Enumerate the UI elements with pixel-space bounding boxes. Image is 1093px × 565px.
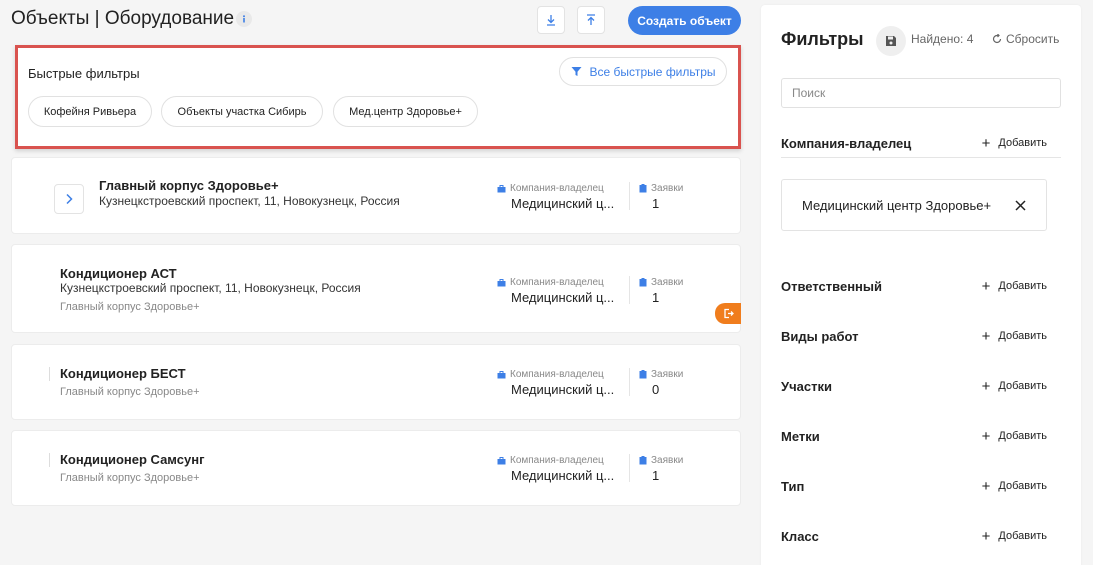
requests-label: Заявки (639, 455, 683, 466)
object-card[interactable]: Кондиционер АСТ Кузнецкстроевский проспе… (11, 244, 741, 333)
object-title[interactable]: Главный корпус Здоровье+ (99, 178, 279, 193)
selected-filter-value: Медицинский центр Здоровье+ (802, 197, 992, 213)
upload-icon (587, 14, 595, 25)
parent-object: Главный корпус Здоровье+ (60, 472, 200, 484)
chevron-right-icon (66, 193, 73, 205)
object-title[interactable]: Кондиционер БЕСТ (60, 366, 186, 381)
divider (781, 157, 1061, 158)
quick-filters-panel: Быстрые фильтры Все быстрые фильтры Кофе… (15, 45, 741, 149)
object-address: Кузнецкстроевский проспект, 11, Новокузн… (99, 194, 400, 208)
filter-group-sites: Участки + Добавить (781, 376, 1061, 396)
clipboard-icon (639, 370, 647, 379)
add-filter-button[interactable]: + Добавить (982, 378, 1061, 395)
filter-group-responsible: Ответственный + Добавить (781, 276, 1061, 296)
requests-label: Заявки (639, 369, 683, 380)
side-widget-tab[interactable] (715, 303, 741, 324)
add-filter-button[interactable]: + Добавить (982, 478, 1061, 495)
filters-search-input[interactable] (781, 78, 1061, 108)
company-label: Компания-владелец (497, 277, 604, 288)
download-button[interactable] (537, 6, 565, 34)
plus-icon: + (981, 277, 991, 295)
briefcase-icon (497, 278, 506, 286)
briefcase-icon (497, 456, 506, 464)
create-object-button[interactable]: Создать объект (628, 6, 741, 35)
expand-button[interactable] (54, 184, 84, 214)
company-value: Медицинский ц... (511, 468, 615, 483)
briefcase-icon (497, 184, 506, 192)
clipboard-icon (639, 456, 647, 465)
object-title[interactable]: Кондиционер Самсунг (60, 452, 204, 467)
object-card[interactable]: Кондиционер БЕСТ Главный корпус Здоровье… (11, 344, 741, 420)
tree-line (49, 367, 50, 381)
object-address: Кузнецкстроевский проспект, 11, Новокузн… (60, 281, 361, 295)
clipboard-icon (639, 184, 647, 193)
save-filter-button[interactable] (876, 26, 906, 56)
filter-group-tags: Метки + Добавить (781, 426, 1061, 446)
add-filter-button[interactable]: + Добавить (982, 278, 1061, 295)
object-title[interactable]: Кондиционер АСТ (60, 266, 177, 281)
column-divider (629, 276, 630, 304)
close-icon[interactable] (1015, 199, 1026, 211)
column-divider (629, 454, 630, 482)
quick-filter-chip[interactable]: Мед.центр Здоровье+ (333, 96, 478, 127)
exit-icon (723, 308, 734, 319)
found-count: Найдено: 4 (911, 32, 974, 46)
plus-icon: + (981, 427, 991, 445)
column-divider (629, 182, 630, 210)
clipboard-icon (639, 278, 647, 287)
filter-group-work-types: Виды работ + Добавить (781, 326, 1061, 346)
object-card[interactable]: Главный корпус Здоровье+ Кузнецкстроевск… (11, 157, 741, 234)
company-value: Медицинский ц... (511, 290, 615, 305)
add-filter-button[interactable]: + Добавить (982, 528, 1061, 545)
quick-filter-chip[interactable]: Объекты участка Сибирь (161, 96, 323, 127)
company-label: Компания-владелец (497, 369, 604, 380)
page-title: Объекты | Оборудование (11, 8, 235, 29)
info-icon[interactable] (236, 11, 252, 27)
plus-icon: + (981, 527, 991, 545)
add-filter-button[interactable]: + Добавить (982, 135, 1061, 152)
company-value: Медицинский ц... (511, 382, 615, 397)
funnel-icon (571, 67, 581, 76)
add-filter-button[interactable]: + Добавить (982, 328, 1061, 345)
reset-button[interactable]: Сбросить (992, 32, 1059, 46)
plus-icon: + (981, 377, 991, 395)
parent-object: Главный корпус Здоровье+ (60, 301, 200, 313)
all-quick-filters-button[interactable]: Все быстрые фильтры (559, 57, 727, 86)
requests-count: 0 (652, 382, 660, 397)
quick-filters-title: Быстрые фильтры (28, 66, 140, 81)
filter-group-class: Класс + Добавить (781, 526, 1061, 546)
filters-title: Фильтры (781, 29, 864, 49)
requests-label: Заявки (639, 183, 683, 194)
quick-filter-chip[interactable]: Кофейня Ривьера (28, 96, 152, 127)
selected-filter-chip: Медицинский центр Здоровье+ (781, 179, 1047, 231)
add-filter-button[interactable]: + Добавить (982, 428, 1061, 445)
tree-line (49, 453, 50, 467)
reset-icon (992, 34, 1002, 44)
plus-icon: + (981, 134, 991, 152)
company-label: Компания-владелец (497, 183, 604, 194)
filter-group-company: Компания-владелец + Добавить (781, 133, 1061, 153)
object-card[interactable]: Кондиционер Самсунг Главный корпус Здоро… (11, 430, 741, 506)
filters-panel: Фильтры Найдено: 4 Сбросить Компания-вла… (761, 5, 1081, 565)
plus-icon: + (981, 477, 991, 495)
requests-count: 1 (652, 196, 660, 211)
requests-label: Заявки (639, 277, 683, 288)
requests-count: 1 (652, 468, 660, 483)
company-value: Медицинский ц... (511, 196, 615, 211)
briefcase-icon (497, 370, 506, 378)
upload-button[interactable] (577, 6, 605, 34)
download-icon (547, 15, 555, 26)
filter-group-type: Тип + Добавить (781, 476, 1061, 496)
requests-count: 1 (652, 290, 660, 305)
column-divider (629, 368, 630, 396)
company-label: Компания-владелец (497, 455, 604, 466)
save-icon (886, 36, 896, 46)
parent-object: Главный корпус Здоровье+ (60, 386, 200, 398)
all-quick-filters-label: Все быстрые фильтры (589, 64, 716, 79)
plus-icon: + (981, 327, 991, 345)
